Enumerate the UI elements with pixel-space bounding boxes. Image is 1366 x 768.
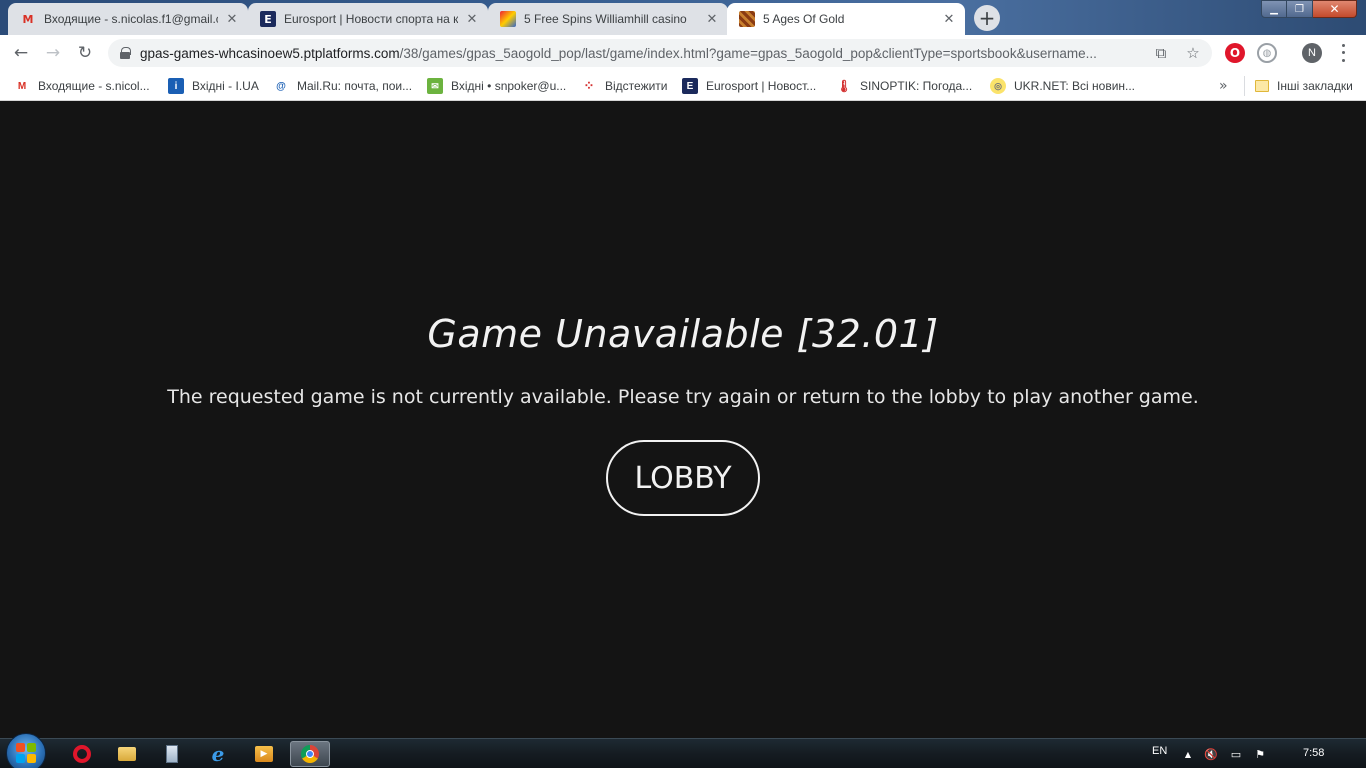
taskbar-opera[interactable]: [62, 741, 102, 767]
chrome-icon: [301, 745, 319, 763]
windows-logo-icon: [16, 743, 25, 752]
tab-title: Eurosport | Новости спорта на каждый ден…: [284, 12, 458, 26]
tab-title: 5 Ages Of Gold: [763, 12, 845, 26]
casino-icon: [500, 11, 516, 27]
bookmarks-bar: M Входящие - s.nicol... i Вхідні - I.UA …: [0, 71, 1366, 101]
opera-extension-icon[interactable]: O: [1225, 43, 1245, 63]
bookmark-sinoptik[interactable]: 🌡 SINOPTIK: Погода...: [836, 76, 972, 96]
taskbar-calculator[interactable]: [152, 741, 192, 767]
bookmark-label: Входящие - s.nicol...: [38, 79, 150, 93]
bookmarks-overflow-button[interactable]: »: [1219, 78, 1228, 94]
gmail-icon: M: [22, 12, 34, 26]
back-arrow-icon: ←: [13, 43, 29, 63]
bookmark-label: Інші закладки: [1277, 79, 1353, 93]
folder-icon: [118, 747, 136, 761]
language-indicator[interactable]: EN: [1152, 745, 1167, 757]
other-bookmarks-folder[interactable]: Інші закладки: [1244, 76, 1353, 96]
close-icon[interactable]: ✕: [464, 11, 480, 27]
bookmark-label: SINOPTIK: Погода...: [860, 79, 973, 93]
url-host: gpas-games-whcasinoew5.ptplatforms.com: [140, 45, 400, 61]
opera-icon: [73, 745, 91, 763]
gmail-icon: M: [17, 80, 27, 92]
reload-icon: ↻: [77, 43, 93, 63]
forward-button[interactable]: →: [40, 40, 66, 66]
tracking-icon: ⁘: [581, 78, 597, 94]
close-icon[interactable]: ✕: [704, 11, 720, 27]
bookmark-label: Вхідні - I.UA: [192, 79, 259, 93]
tab-strip: M Входящие - s.nicolas.f1@gmail.com ✕ E …: [0, 0, 1366, 35]
taskbar-chrome[interactable]: [290, 741, 330, 767]
game-error-page: Game Unavailable [32.01] The requested g…: [0, 102, 1366, 738]
forward-arrow-icon: →: [45, 43, 61, 63]
bookmark-gmail[interactable]: M Входящие - s.nicol...: [14, 76, 150, 96]
globe-extension-icon[interactable]: ◍: [1257, 43, 1277, 63]
bookmark-iua[interactable]: i Вхідні - I.UA: [168, 76, 259, 96]
internet-explorer-icon: e: [211, 742, 225, 766]
bookmark-label: UKR.NET: Всі новин...: [1014, 79, 1136, 93]
close-icon[interactable]: ✕: [941, 11, 957, 27]
tab-gmail[interactable]: M Входящие - s.nicolas.f1@gmail.com ✕: [8, 3, 248, 35]
tab-casino[interactable]: 5 Free Spins Williamhill casino ✕: [488, 3, 728, 35]
volume-muted-icon[interactable]: 🔇: [1204, 747, 1218, 761]
window-controls: ▁ ❐ ✕: [1261, 0, 1357, 18]
browser-toolbar: ← → ↻ gpas-games-whcasinoew5.ptplatforms…: [0, 35, 1366, 71]
eurosport-icon: E: [260, 11, 276, 27]
address-bar[interactable]: gpas-games-whcasinoew5.ptplatforms.com/3…: [108, 39, 1212, 67]
error-message: The requested game is not currently avai…: [167, 386, 1199, 408]
close-icon[interactable]: ✕: [224, 11, 240, 27]
ukrnet-icon: ◎: [990, 78, 1006, 94]
show-hidden-icons-icon[interactable]: ▲: [1181, 747, 1195, 761]
taskbar-media-player[interactable]: ▶: [244, 741, 284, 767]
action-center-flag-icon[interactable]: ⚑: [1253, 747, 1267, 761]
tab-5-ages-of-gold[interactable]: 5 Ages Of Gold ✕: [727, 3, 965, 35]
url-text[interactable]: gpas-games-whcasinoew5.ptplatforms.com/3…: [140, 46, 1150, 61]
iua-icon: i: [168, 78, 184, 94]
bookmark-label: Eurosport | Новост...: [706, 79, 817, 93]
reload-button[interactable]: ↻: [72, 40, 98, 66]
bookmark-label: Вхідні • snpoker@u...: [451, 79, 567, 93]
translate-icon[interactable]: ⧉: [1150, 42, 1172, 64]
media-player-icon: ▶: [255, 746, 273, 762]
mailru-icon: @: [276, 80, 286, 92]
clock[interactable]: 7:58: [1303, 747, 1324, 759]
minimize-button[interactable]: ▁: [1261, 0, 1287, 18]
profile-avatar[interactable]: N: [1302, 43, 1322, 63]
tab-title: 5 Free Spins Williamhill casino: [524, 12, 687, 26]
eurosport-icon: E: [682, 78, 698, 94]
folder-icon: [1255, 80, 1269, 92]
close-window-button[interactable]: ✕: [1313, 0, 1357, 18]
bookmark-label: Mail.Ru: почта, пои...: [297, 79, 413, 93]
error-title: Game Unavailable [32.01]: [427, 312, 939, 356]
lock-icon: [120, 47, 131, 59]
bookmark-eurosport[interactable]: E Eurosport | Новост...: [682, 76, 816, 96]
bookmark-star-icon[interactable]: ☆: [1182, 42, 1204, 64]
taskbar-explorer[interactable]: [107, 741, 147, 767]
taskbar-ie[interactable]: e: [198, 741, 238, 767]
network-icon[interactable]: ▭: [1229, 747, 1243, 761]
bookmark-tracking[interactable]: ⁘ Відстежити: [581, 76, 668, 96]
menu-dots-icon[interactable]: [1338, 42, 1348, 64]
bookmark-label: Відстежити: [605, 79, 668, 93]
url-path: /38/games/gpas_5aogold_pop/last/game/ind…: [399, 45, 1097, 61]
start-button[interactable]: [6, 733, 46, 768]
envelope-icon: ✉: [427, 78, 443, 94]
maximize-button[interactable]: ❐: [1287, 0, 1313, 18]
thermometer-icon: 🌡: [836, 79, 852, 93]
game-icon: [739, 11, 755, 27]
bookmark-ukrnet[interactable]: ◎ UKR.NET: Всі новин...: [990, 76, 1135, 96]
calculator-icon: [166, 745, 178, 763]
bookmark-snpoker[interactable]: ✉ Вхідні • snpoker@u...: [427, 76, 566, 96]
windows-taskbar: e ▶ EN ▲ 🔇 ▭ ⚑ 7:58: [0, 733, 1366, 768]
lobby-button[interactable]: LOBBY: [606, 440, 760, 516]
bookmark-mailru[interactable]: @ Mail.Ru: почта, пои...: [273, 76, 412, 96]
tab-title: Входящие - s.nicolas.f1@gmail.com: [44, 12, 218, 26]
new-tab-button[interactable]: +: [974, 5, 1000, 31]
tab-eurosport[interactable]: E Eurosport | Новости спорта на каждый д…: [248, 3, 488, 35]
back-button[interactable]: ←: [8, 40, 34, 66]
